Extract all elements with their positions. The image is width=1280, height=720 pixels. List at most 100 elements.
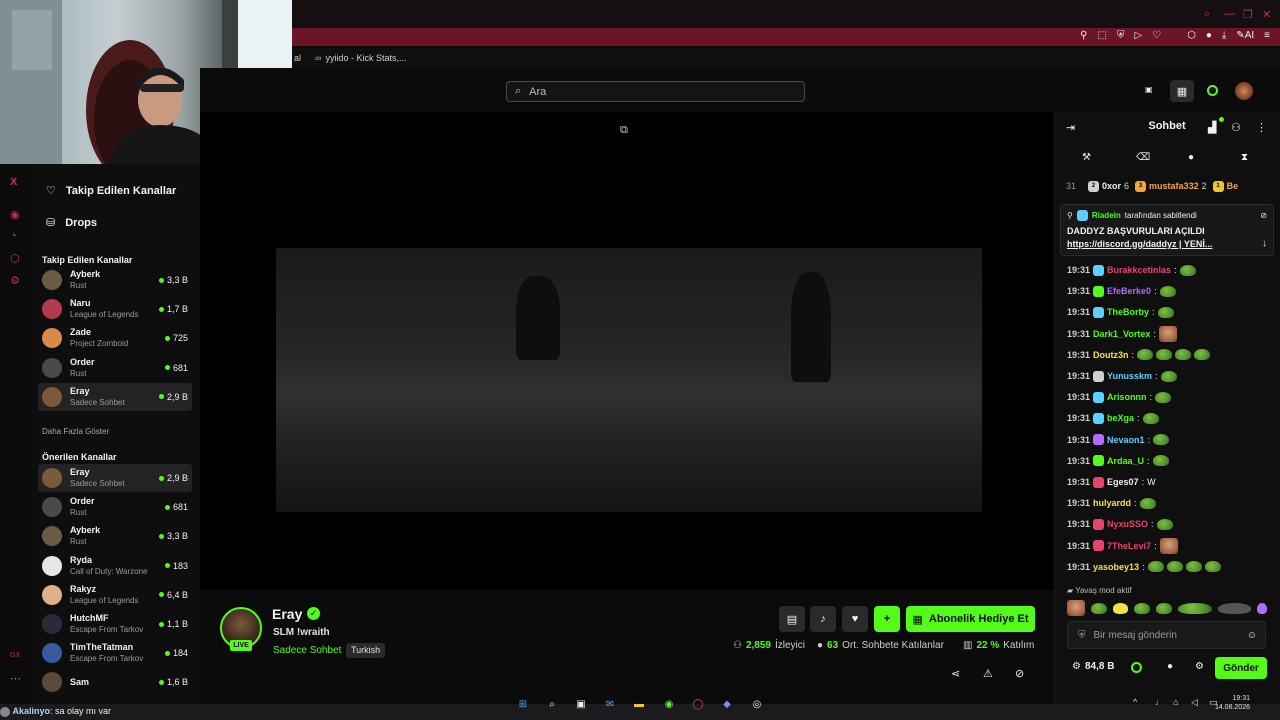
trash-icon[interactable]: ⌫ xyxy=(1136,152,1150,163)
send-button[interactable]: Gönder xyxy=(1215,657,1267,679)
pinned-line-2[interactable]: https://discord.gg/daddyz | YENİ... xyxy=(1067,239,1212,249)
chat-message[interactable]: 19:31 Yunusskm: xyxy=(1067,367,1177,385)
emote-icon[interactable] xyxy=(1156,602,1172,614)
leaderboard-icon[interactable]: ▟ xyxy=(1208,121,1216,134)
cube-icon[interactable]: ⬡ xyxy=(10,252,20,265)
message-username[interactable]: Eges07 xyxy=(1107,477,1139,487)
more-options-icon[interactable]: ⋮ xyxy=(1256,121,1267,134)
report-icon[interactable]: ⚠ xyxy=(983,667,993,680)
message-username[interactable]: Arisonnn xyxy=(1107,392,1147,402)
emote-icon[interactable] xyxy=(1090,602,1107,614)
network-icon[interactable]: ⌂ xyxy=(1173,697,1178,707)
gx-icon[interactable]: GX xyxy=(10,652,20,659)
user-avatar[interactable] xyxy=(1235,82,1253,100)
channel-item[interactable]: Order Rust 681 xyxy=(38,493,192,521)
chat-message[interactable]: 19:31 beXga: xyxy=(1067,409,1159,427)
channel-item[interactable]: Ayberk Rust 3,3 B xyxy=(38,266,192,294)
channel-item[interactable]: Sam 1,6 B xyxy=(38,668,192,696)
emote-icon[interactable] xyxy=(1067,600,1085,616)
emote-icon[interactable] xyxy=(1257,602,1267,614)
more-icon[interactable]: ⋯ xyxy=(10,672,21,685)
chat-message[interactable]: 19:31 yasobey13: xyxy=(1067,558,1221,576)
unpin-icon[interactable]: ⊘ xyxy=(1260,211,1267,220)
notify-button[interactable]: ♪ xyxy=(810,606,836,632)
ai-icon[interactable]: ✎AI xyxy=(1236,30,1254,41)
chat-message[interactable]: 19:31 Arisonnn: xyxy=(1067,388,1172,406)
message-username[interactable]: Yunusskm xyxy=(1107,371,1152,381)
emote-icon[interactable] xyxy=(1217,602,1252,614)
record-icon[interactable]: ◉ xyxy=(10,208,20,221)
nav-following[interactable]: ♡ Takip Edilen Kanallar xyxy=(32,184,176,198)
channel-item[interactable]: Order Rust 681 xyxy=(38,354,192,382)
follow-button[interactable]: ♥ xyxy=(842,606,868,632)
popout-icon[interactable]: ⧉ xyxy=(620,124,628,137)
profile-icon[interactable]: ● xyxy=(1206,30,1212,41)
outlook-icon[interactable]: ✉ xyxy=(602,696,618,712)
heart-icon[interactable]: ♡ xyxy=(1152,30,1161,41)
maximize-icon[interactable]: ❐ xyxy=(1243,8,1253,21)
channel-item[interactable]: Eray Sadece Sohbet 2,9 B xyxy=(38,382,192,411)
windows-start-icon[interactable]: ⊞ xyxy=(515,696,531,712)
pin-icon[interactable]: ⚲ xyxy=(1080,30,1087,41)
channel-item[interactable]: Ryda Call of Duty: Warzone 183 xyxy=(38,552,192,580)
layout-icon[interactable]: ▦ xyxy=(1170,80,1194,102)
chat-message[interactable]: 19:31 Eges07: W xyxy=(1067,473,1156,491)
message-username[interactable]: NyxuSSO xyxy=(1107,519,1148,529)
discord-icon[interactable]: ◆ xyxy=(719,696,735,712)
channel-points[interactable]: ⚙ 84,8 B xyxy=(1072,661,1114,672)
message-username[interactable]: hulyardd xyxy=(1093,498,1131,508)
gift-subscription-button[interactable]: ▦ Abonelik Hediye Et xyxy=(906,606,1035,632)
kick-points-icon[interactable] xyxy=(1131,662,1142,673)
subscribe-plus-button[interactable]: + xyxy=(874,606,900,632)
minimize-icon[interactable]: — xyxy=(1224,8,1235,20)
leaderboard-entry[interactable]: 3 mustafa332 2 xyxy=(1135,180,1207,192)
search-icon[interactable]: ⌕ xyxy=(544,696,560,712)
message-username[interactable]: beXga xyxy=(1107,413,1134,423)
screenshot-icon[interactable]: ⬚ xyxy=(1097,30,1106,41)
extensions-icon[interactable]: ⬡ xyxy=(1187,30,1196,41)
chat-mode-icon[interactable]: ● xyxy=(1188,152,1194,163)
chat-message[interactable]: 19:31 7TheLevi7: xyxy=(1067,537,1178,555)
message-username[interactable]: Dark1_Vortex xyxy=(1093,329,1150,339)
search-input[interactable]: ⌕ Ara xyxy=(506,81,805,102)
show-more-link[interactable]: Daha Fazla Göster xyxy=(32,427,109,436)
shield-icon[interactable]: ⛨ xyxy=(1117,30,1125,41)
hide-icon[interactable]: ⊘ xyxy=(1015,667,1024,680)
mod-hammer-icon[interactable]: ⚒ xyxy=(1082,152,1091,163)
channel-item[interactable]: HutchMF Escape From Tarkov 1,1 B xyxy=(38,610,192,638)
folder-icon[interactable]: ▬ xyxy=(631,696,647,712)
chat-message[interactable]: 19:31 Ardaa_U: xyxy=(1067,452,1169,470)
message-username[interactable]: Doutz3n xyxy=(1093,350,1129,360)
search-icon[interactable]: ⌕ xyxy=(1204,8,1210,21)
emote-icon[interactable] xyxy=(1177,602,1212,614)
pinned-message[interactable]: ⚲ Riadein tarafından sabitlendi ⊘ DADDYZ… xyxy=(1060,204,1274,256)
system-clock[interactable]: 19:31 14.08.2026 xyxy=(1215,694,1250,712)
emote-icon[interactable] xyxy=(1112,602,1129,614)
chat-message[interactable]: 19:31 EfeBerke0: xyxy=(1067,282,1176,300)
channel-item[interactable]: Zade Project Zomboid 725 xyxy=(38,324,192,352)
emoji-icon[interactable]: ☺ xyxy=(1247,630,1257,641)
expand-pinned-icon[interactable]: ↓ xyxy=(1262,238,1267,249)
channel-item[interactable]: Ayberk Rust 3,3 B xyxy=(38,522,192,550)
timer-icon[interactable]: ⧗ xyxy=(1241,152,1248,163)
message-username[interactable]: yasobey13 xyxy=(1093,562,1139,572)
users-icon[interactable]: ⚇ xyxy=(1231,121,1241,134)
download-icon[interactable]: ⤓ xyxy=(1222,30,1226,41)
chat-message-input[interactable]: ⛨ Bir mesaj gönderin ☺ xyxy=(1067,621,1266,649)
emote-icon[interactable] xyxy=(1134,602,1151,614)
gear-icon[interactable]: ⚙ xyxy=(1195,661,1204,672)
clip-button[interactable]: ▤ xyxy=(779,606,805,632)
channel-item[interactable]: Eray Sadece Sohbet 2,9 B xyxy=(38,464,192,492)
steam-icon[interactable]: ◎ xyxy=(749,696,765,712)
message-username[interactable]: TheBorby xyxy=(1107,307,1149,317)
chat-settings-bubble-icon[interactable]: ● xyxy=(1167,661,1173,672)
close-icon[interactable]: ✕ xyxy=(1262,8,1271,21)
bookmark-item[interactable]: al xyxy=(294,53,301,63)
theater-mode-icon[interactable]: ▣ xyxy=(1145,85,1153,94)
message-username[interactable]: EfeBerke0 xyxy=(1107,286,1151,296)
message-username[interactable]: 7TheLevi7 xyxy=(1107,541,1151,551)
channel-item[interactable]: TimTheTatman Escape From Tarkov 184 xyxy=(38,639,192,667)
store-icon[interactable]: ▣ xyxy=(573,696,589,712)
clock-icon[interactable]: ◔ xyxy=(10,230,17,242)
share-icon[interactable]: ⋖ xyxy=(951,667,960,680)
